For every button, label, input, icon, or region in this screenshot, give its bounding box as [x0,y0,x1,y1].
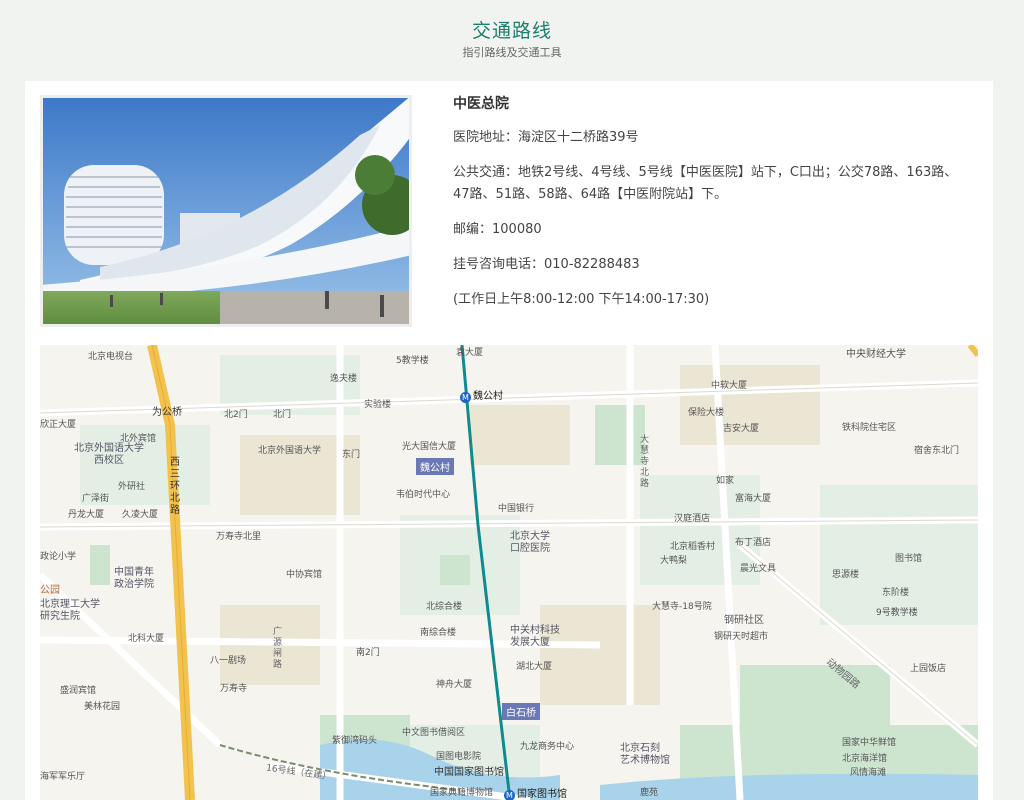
station-label: 魏公村 [473,391,503,402]
map-label: 中关村科技 发展大厦 [510,625,560,648]
map-label: 盛润宾馆 [60,686,97,696]
map-label: 八一剧场 [210,656,247,666]
map-label: 北京理工大学 研究生院 [40,599,100,622]
map-label: 如家 [716,476,735,486]
map-label: 国图电影院 [436,752,482,762]
map-label: 风情海滩 [850,768,887,778]
map-label: 铁科院住宅区 [842,423,897,433]
map-label: 中国国家图书馆 [434,767,504,778]
map-label: 5教学楼 [396,356,429,366]
map-label: 国家中华鲜馆 [842,738,897,748]
map-label: 大鸭梨 [660,556,688,566]
map-label: 中文图书借阅区 [402,728,466,738]
map-label: 中软大厦 [711,381,748,391]
map-label: 袁大厦 [456,348,484,358]
area-badge: 白石桥 [502,703,540,720]
map-label: 钢研社区 [724,615,764,626]
map-label: 钢研天时超市 [714,632,769,642]
hospital-photo [40,95,412,327]
map-label: 图书馆 [895,554,923,564]
page-header: 交通路线 指引路线及交通工具 [0,0,1024,80]
map-label: 思源楼 [832,570,860,580]
hospital-phone: 挂号咨询电话：010-82288483 [453,257,640,272]
page-title: 交通路线 [471,20,552,42]
map-label: 南2门 [356,648,380,658]
map-label: 北京外国语大学 [258,446,322,456]
map-label: 北京稻香村 [670,542,716,552]
page-subtitle: 指引路线及交通工具 [462,46,562,59]
map-label: 广泽街 [82,494,110,504]
map-label: 政论小学 [40,552,77,562]
map-label: 中国银行 [498,504,535,514]
map-label: 紫御湾码头 [332,736,378,746]
metro-icon: M [504,790,515,800]
location-map[interactable]: 北京电视台 逸夫楼 5教学楼 袁大厦 中软大厦 中央财经大学 为公桥 北2门 北… [40,345,978,800]
map-label: 北门 [273,410,292,420]
map-label: 东阶楼 [882,588,910,598]
map-label: 国家典籍博物馆 [430,788,494,798]
map-label: 实验楼 [364,400,392,410]
hospital-info: 中医总院 医院地址：海淀区十二桥路39号 公共交通：地铁2号线、4号线、5号线【… [453,93,973,324]
map-label: 吉安大厦 [723,424,760,434]
map-label: 鹿苑 [640,788,659,798]
map-label: 神舟大厦 [436,680,473,690]
map-label: 外研社 [118,482,146,492]
map-label: 南综合楼 [420,628,457,638]
map-label: 丹龙大厦 [68,510,105,520]
map-label: 中国青年 政治学院 [114,567,154,590]
area-badge: 魏公村 [416,458,454,475]
station-label: 国家图书馆 [517,789,567,800]
map-label: 万寿寺 [220,684,248,694]
hospital-name: 中医总院 [453,96,509,112]
map-label: 9号教学楼 [876,608,918,618]
hospital-postcode: 邮编：100080 [453,222,542,237]
map-label: 北京大学 口腔医院 [510,531,550,554]
map-label: 韦伯时代中心 [396,490,451,500]
map-label: 上园饭店 [910,664,947,674]
map-label: 北2门 [224,410,248,420]
metro-icon: M [460,392,471,403]
map-label: 宿舍东北门 [914,446,960,456]
hospital-hours: (工作日上午8:00-12:00 下午14:00-17:30) [453,292,710,307]
map-label: 为公桥 [152,407,182,418]
road-label: 西三环北路 [170,457,180,516]
map-label: 逸夫楼 [330,374,358,384]
hospital-card: 中医总院 医院地址：海淀区十二桥路39号 公共交通：地铁2号线、4号线、5号线【… [25,81,993,800]
metro-station-weigongcun[interactable]: M 魏公村 [460,387,503,403]
map-label: 北科大厦 [128,634,165,644]
map-label: 美林花园 [84,702,121,712]
road-label: 大慧寺北路 [640,435,650,489]
hospital-address: 医院地址：海淀区十二桥路39号 [453,130,639,145]
map-label: 保险大楼 [688,408,725,418]
road-label: 广源闸路 [273,627,283,670]
map-label: 久凌大厦 [122,510,159,520]
map-label: 富海大厦 [735,494,772,504]
map-label: 晨光文具 [740,564,777,574]
map-label: 九龙商务中心 [520,742,575,752]
map-label: 海军军乐厅 [40,772,86,782]
map-label: 公园 [40,585,60,596]
map-label: 中协宾馆 [286,570,323,580]
map-label: 大慧寺-18号院 [652,602,712,612]
map-label: 湖北大厦 [516,662,553,672]
map-label: 北京外国语大学 西校区 [74,443,144,466]
map-label: 北京海洋馆 [842,754,888,764]
map-label: 北综合楼 [426,602,463,612]
map-label: 北京石刻 艺术博物馆 [620,743,670,766]
hospital-transit: 公共交通：地铁2号线、4号线、5号线【中医医院】站下，C口出；公交78路、163… [453,165,958,202]
map-label: 欣正大厦 [40,420,77,430]
map-label: 东门 [342,450,361,460]
metro-station-guojiatushuguan[interactable]: M 国家图书馆 [504,785,567,800]
map-label: 中央财经大学 [846,349,906,360]
map-label: 布丁酒店 [735,538,772,548]
map-label: 万寿寺北里 [216,532,262,542]
map-label: 汉庭酒店 [674,514,711,524]
map-label: 光大国信大厦 [402,442,457,452]
map-label: 北京电视台 [88,352,134,362]
